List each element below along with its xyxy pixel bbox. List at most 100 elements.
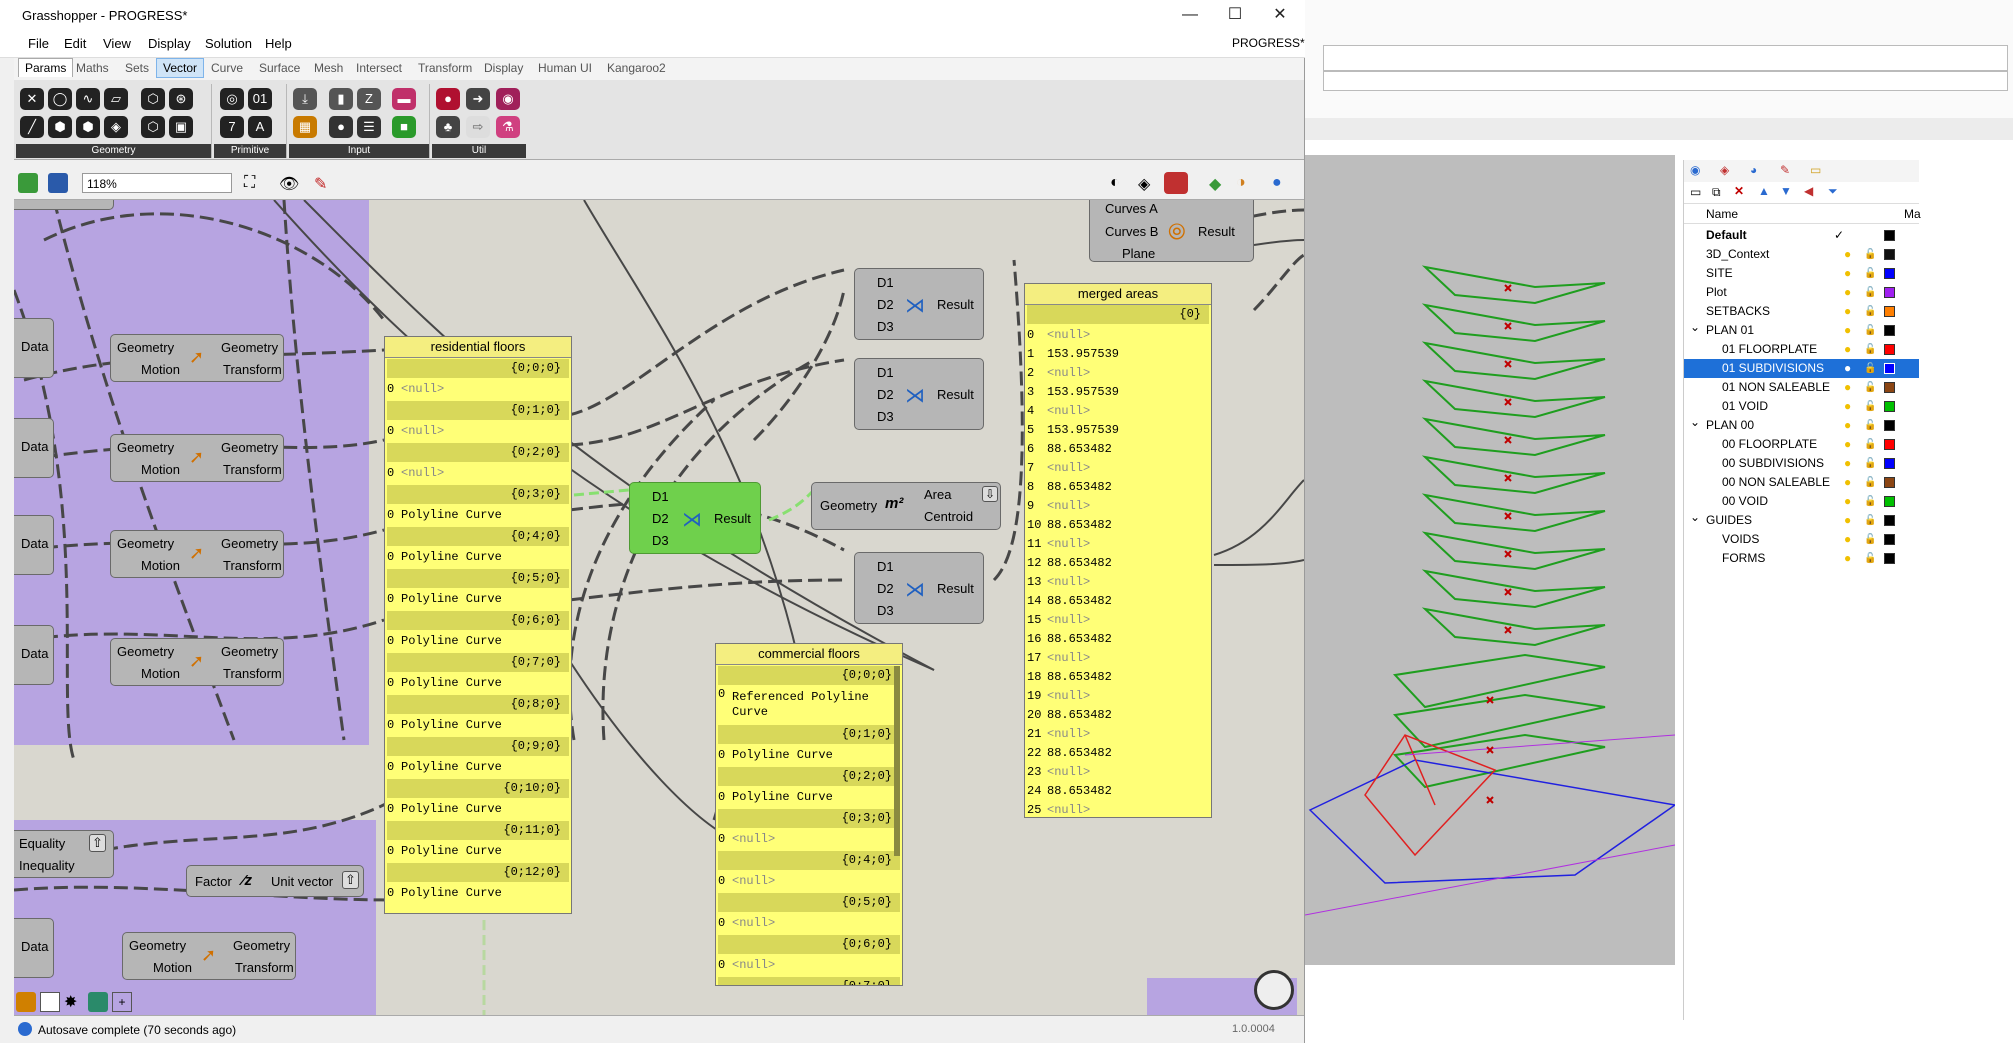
tab-sets[interactable]: Sets [125,61,149,75]
visibility-bulb-icon[interactable]: ● [1844,245,1851,264]
visibility-bulb-icon[interactable]: ● [1844,492,1851,511]
zoom-select[interactable]: 118% [82,173,232,193]
visibility-bulb-icon[interactable]: ● [1844,302,1851,321]
line-param-icon[interactable]: ╱ [20,116,44,138]
visibility-bulb-icon[interactable]: ● [1844,397,1851,416]
layer-color-swatch[interactable] [1884,287,1895,298]
visibility-bulb-icon[interactable]: ● [1844,511,1851,530]
rhino-viewport[interactable] [1304,155,1677,965]
visibility-bulb-icon[interactable]: ● [1844,264,1851,283]
move-component-4[interactable]: Geometry Motion ➚ Geometry Transform [110,638,284,686]
tab-human-ui[interactable]: Human UI [538,61,592,75]
document-preview-icon[interactable]: ◆ [1209,174,1221,194]
layer-row[interactable]: 00 FLOORPLATE ● 🔓 [1684,435,1919,454]
command-line[interactable] [1323,71,2008,91]
tab-mesh[interactable]: Mesh [314,61,343,75]
new-layer-icon[interactable]: ▭ [1690,185,1701,199]
visibility-bulb-icon[interactable]: ● [1844,435,1851,454]
layer-row[interactable]: 01 SUBDIVISIONS ● 🔓 [1684,359,1919,378]
visibility-bulb-icon[interactable]: ● [1844,416,1851,435]
vector-param-icon[interactable]: ◈ [104,116,128,138]
properties-tab-icon[interactable]: ◉ [1690,163,1700,177]
gradient-icon[interactable]: ▬ [392,88,416,110]
move-component-3[interactable]: Geometry Motion ➚ Geometry Transform [110,530,284,578]
markov-icon[interactable] [16,992,36,1012]
curve-boolean-component[interactable]: Curves A Curves B Plane ⦾ Result [1089,200,1254,262]
circle-param-icon[interactable]: ◯ [48,88,72,110]
number-param-icon[interactable]: 7 [220,116,244,138]
lock-icon[interactable]: 🔓 [1864,283,1876,302]
layer-color-swatch[interactable] [1884,325,1895,336]
command-history[interactable] [1323,45,2008,71]
panel-icon[interactable]: Z [357,88,381,110]
move-up-icon[interactable]: ▲ [1758,184,1770,198]
layer-color-swatch[interactable] [1884,230,1895,241]
button-icon[interactable]: ● [329,116,353,138]
lock-icon[interactable]: 🔓 [1864,359,1876,378]
visibility-bulb-icon[interactable]: ● [1844,321,1851,340]
display-mode-icon[interactable]: ● [1272,174,1282,192]
data-param-2[interactable]: Data [14,418,54,478]
visibility-bulb-icon[interactable]: ● [1844,473,1851,492]
list-icon[interactable] [40,992,60,1012]
lock-icon[interactable]: 🔓 [1864,378,1876,397]
tab-curve[interactable]: Curve [211,61,243,75]
point-param-icon[interactable]: ✕ [20,88,44,110]
minimize-button[interactable]: — [1170,4,1210,26]
cherry-icon[interactable]: ● [436,88,460,110]
add-icon[interactable]: + [112,992,132,1012]
box-param-icon[interactable]: ⬢ [76,116,100,138]
visibility-bulb-icon[interactable]: ● [1844,549,1851,568]
import-icon[interactable]: ⤓ [293,88,317,110]
zoom-extents-icon[interactable]: ⛶ [244,174,255,192]
panel-scrollbar[interactable] [894,666,900,856]
lock-icon[interactable]: 🔓 [1864,321,1876,340]
equality-component[interactable]: Equality Inequality ⇧ [14,830,114,878]
filter-icon[interactable]: ⏷ [1828,184,1838,199]
data-param-5[interactable]: Data [14,918,54,978]
move-component-1[interactable]: Geometry Motion ➚ Geometry Transform [110,334,284,382]
open-file-icon[interactable] [18,173,38,193]
table-icon[interactable] [88,992,108,1012]
plane-param-icon[interactable]: ⬢ [48,116,72,138]
expand-chevron-icon[interactable]: ⌄ [1690,318,1700,337]
fractal-tree-icon[interactable]: ♣ [436,116,460,138]
layer-row[interactable]: 01 NON SALEABLE ● 🔓 [1684,378,1919,397]
menu-display[interactable]: Display [148,36,191,51]
tab-display[interactable]: Display [484,61,523,75]
group-param-icon[interactable]: ▣ [169,116,193,138]
residential-floors-panel[interactable]: residential floors {0;0;0} 0 <null> {0;1;0}… [384,336,572,914]
layer-row[interactable]: ⌄ GUIDES ● 🔓 [1684,508,1919,530]
lock-icon[interactable]: 🔓 [1864,302,1876,321]
data-param-4[interactable]: Data [14,625,54,685]
tab-maths[interactable]: Maths [76,61,109,75]
grasshopper-canvas[interactable]: Data Data Data Data Data Geometry Motion… [14,200,1304,1015]
visibility-bulb-icon[interactable]: ● [1844,283,1851,302]
layer-row[interactable]: ⌄ PLAN 00 ● 🔓 [1684,413,1919,435]
move-down-icon[interactable]: ▼ [1780,184,1792,198]
layer-row[interactable]: 3D_Context ● 🔓 [1684,245,1919,264]
lock-icon[interactable]: 🔓 [1864,511,1876,530]
layer-row[interactable]: 01 VOID ● 🔓 [1684,397,1919,416]
merge-component-2[interactable]: D1 D2 D3 ⋊ Result [854,358,984,430]
expand-chevron-icon[interactable]: ⌄ [1690,508,1700,527]
mesh-param-icon[interactable]: ⊛ [169,88,193,110]
geometry-param-icon[interactable]: ⬡ [141,116,165,138]
expand-chevron-icon[interactable]: ⌄ [1690,413,1700,432]
tab-intersect[interactable]: Intersect [356,61,402,75]
integer-param-icon[interactable]: ◎ [220,88,244,110]
folder-tab-icon[interactable]: ▭ [1810,163,1821,177]
visibility-bulb-icon[interactable]: ● [1844,454,1851,473]
text-param-icon[interactable]: A [248,116,272,138]
maximize-button[interactable]: ☐ [1215,4,1255,26]
surface-param-icon[interactable]: ▱ [104,88,128,110]
inequality-stub[interactable] [14,200,114,210]
move-component-5[interactable]: Geometry Motion ➚ Geometry Transform [122,932,296,980]
lock-icon[interactable]: 🔓 [1864,530,1876,549]
layers-tab-icon[interactable]: ◈ [1720,163,1729,177]
layer-row[interactable]: SITE ● 🔓 [1684,264,1919,283]
flask-icon[interactable]: ⚗ [496,116,520,138]
lock-icon[interactable]: 🔓 [1864,416,1876,435]
commercial-floors-panel[interactable]: commercial floors {0;0;0} 0 Referenced Pol… [715,643,903,986]
tab-transform[interactable]: Transform [418,61,472,75]
